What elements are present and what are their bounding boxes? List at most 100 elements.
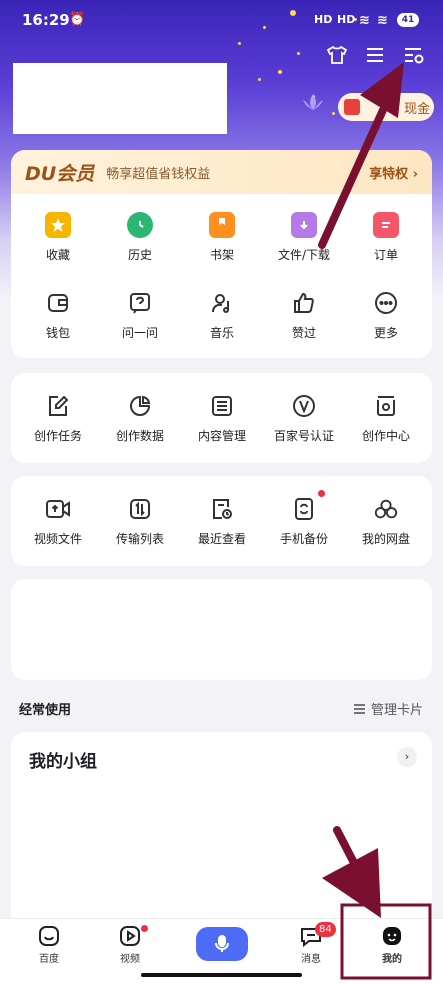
- status-time: 16:29: [22, 11, 70, 29]
- list-icon: [209, 393, 235, 419]
- creator-item-label: 创作任务: [33, 429, 82, 443]
- star-icon: [45, 212, 71, 238]
- files-item-label: 我的网盘: [361, 532, 410, 546]
- files-item-cloud[interactable]: 我的网盘: [345, 496, 427, 574]
- signal-icon: HD: [314, 13, 333, 26]
- cash-reward-button[interactable]: 现金: [338, 93, 434, 121]
- quick-item-ask[interactable]: 问一问: [99, 290, 181, 368]
- creator-item-label: 百家号认证: [273, 429, 334, 443]
- my-group-card[interactable]: 我的小组 ›: [11, 732, 432, 932]
- files-item-transfer[interactable]: 传输列表: [99, 496, 181, 574]
- wifi-icon-2: ≋: [377, 13, 388, 28]
- vip-banner[interactable]: DU会员 畅享超值省钱权益 享特权 ›: [11, 150, 432, 194]
- files-item-label: 传输列表: [115, 532, 164, 546]
- verified-v-icon: [291, 393, 317, 419]
- creator-item-verify[interactable]: 百家号认证: [263, 393, 345, 471]
- user-profile-block[interactable]: [13, 63, 227, 134]
- vip-slogan: 畅享超值省钱权益: [106, 166, 211, 182]
- bookshelf-icon: [209, 212, 235, 238]
- quick-item-label: 问一问: [121, 326, 158, 340]
- microphone-icon: [215, 935, 229, 952]
- clock-icon: [127, 212, 153, 238]
- quick-item-label: 赞过: [291, 326, 316, 340]
- video-notification-dot: [141, 925, 148, 932]
- creator-item-content[interactable]: 内容管理: [181, 393, 263, 471]
- transfer-icon: [127, 496, 153, 522]
- music-icon: [209, 290, 235, 316]
- tab-messages[interactable]: 84 消息: [281, 922, 341, 965]
- recent-icon: [209, 496, 235, 522]
- red-envelope-icon: [344, 99, 360, 115]
- lotus-decoration: [298, 92, 328, 114]
- edit-task-icon: [45, 393, 71, 419]
- creator-item-data[interactable]: 创作数据: [99, 393, 181, 471]
- quick-item-label: 书架: [209, 248, 234, 262]
- alarm-icon: ⏰: [69, 12, 86, 27]
- quick-item-history[interactable]: 历史: [99, 212, 181, 290]
- baidu-home-icon: [39, 926, 59, 946]
- files-item-label: 最近查看: [197, 532, 246, 546]
- creator-item-label: 创作中心: [361, 429, 410, 443]
- group-title: 我的小组: [29, 752, 97, 772]
- quick-item-label: 音乐: [209, 326, 234, 340]
- message-count-badge: 84: [315, 922, 336, 937]
- quick-item-label: 收藏: [45, 248, 70, 262]
- files-item-recent[interactable]: 最近查看: [181, 496, 263, 574]
- video-file-icon: [45, 496, 71, 522]
- quick-item-more[interactable]: 更多: [345, 290, 427, 368]
- tab-video[interactable]: 视频: [100, 925, 160, 965]
- quick-access-grid: 收藏 历史 书架 文件/下载 订单 钱包 问一问 音乐 赞过 更多: [17, 212, 427, 368]
- tab-label: 视频: [120, 954, 140, 965]
- manage-cards-button[interactable]: 管理卡片: [353, 699, 423, 718]
- pie-chart-icon: [127, 393, 153, 419]
- thumbs-up-icon: [291, 290, 317, 316]
- wifi-icon: ≋: [359, 13, 370, 28]
- quick-item-label: 更多: [373, 326, 398, 340]
- creator-item-tasks[interactable]: 创作任务: [17, 393, 99, 471]
- cash-label: 现金: [404, 101, 431, 117]
- creator-item-label: 创作数据: [115, 429, 164, 443]
- more-icon: [373, 290, 399, 316]
- menu-icon[interactable]: [362, 42, 388, 68]
- chevron-right-icon[interactable]: ›: [397, 747, 417, 767]
- battery-indicator: 41: [397, 13, 419, 27]
- status-bar: 16:29 ⏰ HD HD ≋ ≋ 41: [0, 0, 443, 40]
- creator-item-label: 内容管理: [197, 429, 246, 443]
- quick-item-bookshelf[interactable]: 书架: [181, 212, 263, 290]
- creator-center-icon: [373, 393, 399, 419]
- download-folder-icon: [291, 212, 317, 238]
- quick-item-orders[interactable]: 订单: [345, 212, 427, 290]
- quick-item-wallet[interactable]: 钱包: [17, 290, 99, 368]
- backup-notification-dot: [318, 490, 325, 497]
- quick-item-favorites[interactable]: 收藏: [17, 212, 99, 290]
- files-item-backup[interactable]: 手机备份: [263, 490, 345, 574]
- signal-icon-2: HD: [337, 13, 356, 26]
- cloud-disk-icon: [373, 496, 399, 522]
- question-icon: [127, 290, 153, 316]
- backup-icon: [291, 496, 317, 522]
- quick-item-liked[interactable]: 赞过: [263, 290, 345, 368]
- manage-list-icon: [354, 703, 365, 714]
- creator-grid: 创作任务 创作数据 内容管理 百家号认证 创作中心: [17, 393, 427, 471]
- quick-item-label: 钱包: [45, 326, 70, 340]
- quick-item-music[interactable]: 音乐: [181, 290, 263, 368]
- tab-label: 我的: [382, 954, 402, 965]
- wallet-icon: [45, 290, 71, 316]
- video-play-icon: [120, 926, 140, 946]
- creator-item-center[interactable]: 创作中心: [345, 393, 427, 471]
- quick-item-label: 文件/下载: [277, 248, 331, 262]
- manage-cards-label: 管理卡片: [371, 703, 424, 718]
- vip-more-link[interactable]: 享特权 ›: [369, 163, 418, 182]
- order-icon: [373, 212, 399, 238]
- files-item-label: 视频文件: [33, 532, 82, 546]
- home-indicator: [141, 973, 302, 977]
- blank-card: [11, 579, 432, 680]
- settings-list-icon[interactable]: [401, 42, 427, 68]
- quick-item-label: 订单: [373, 248, 398, 262]
- quick-item-downloads[interactable]: 文件/下载: [263, 212, 345, 290]
- tab-baidu[interactable]: 百度: [19, 925, 79, 965]
- tshirt-icon[interactable]: [324, 42, 350, 68]
- voice-search-button[interactable]: [196, 927, 248, 961]
- files-item-video[interactable]: 视频文件: [17, 496, 99, 574]
- tab-mine[interactable]: 我的: [362, 925, 422, 965]
